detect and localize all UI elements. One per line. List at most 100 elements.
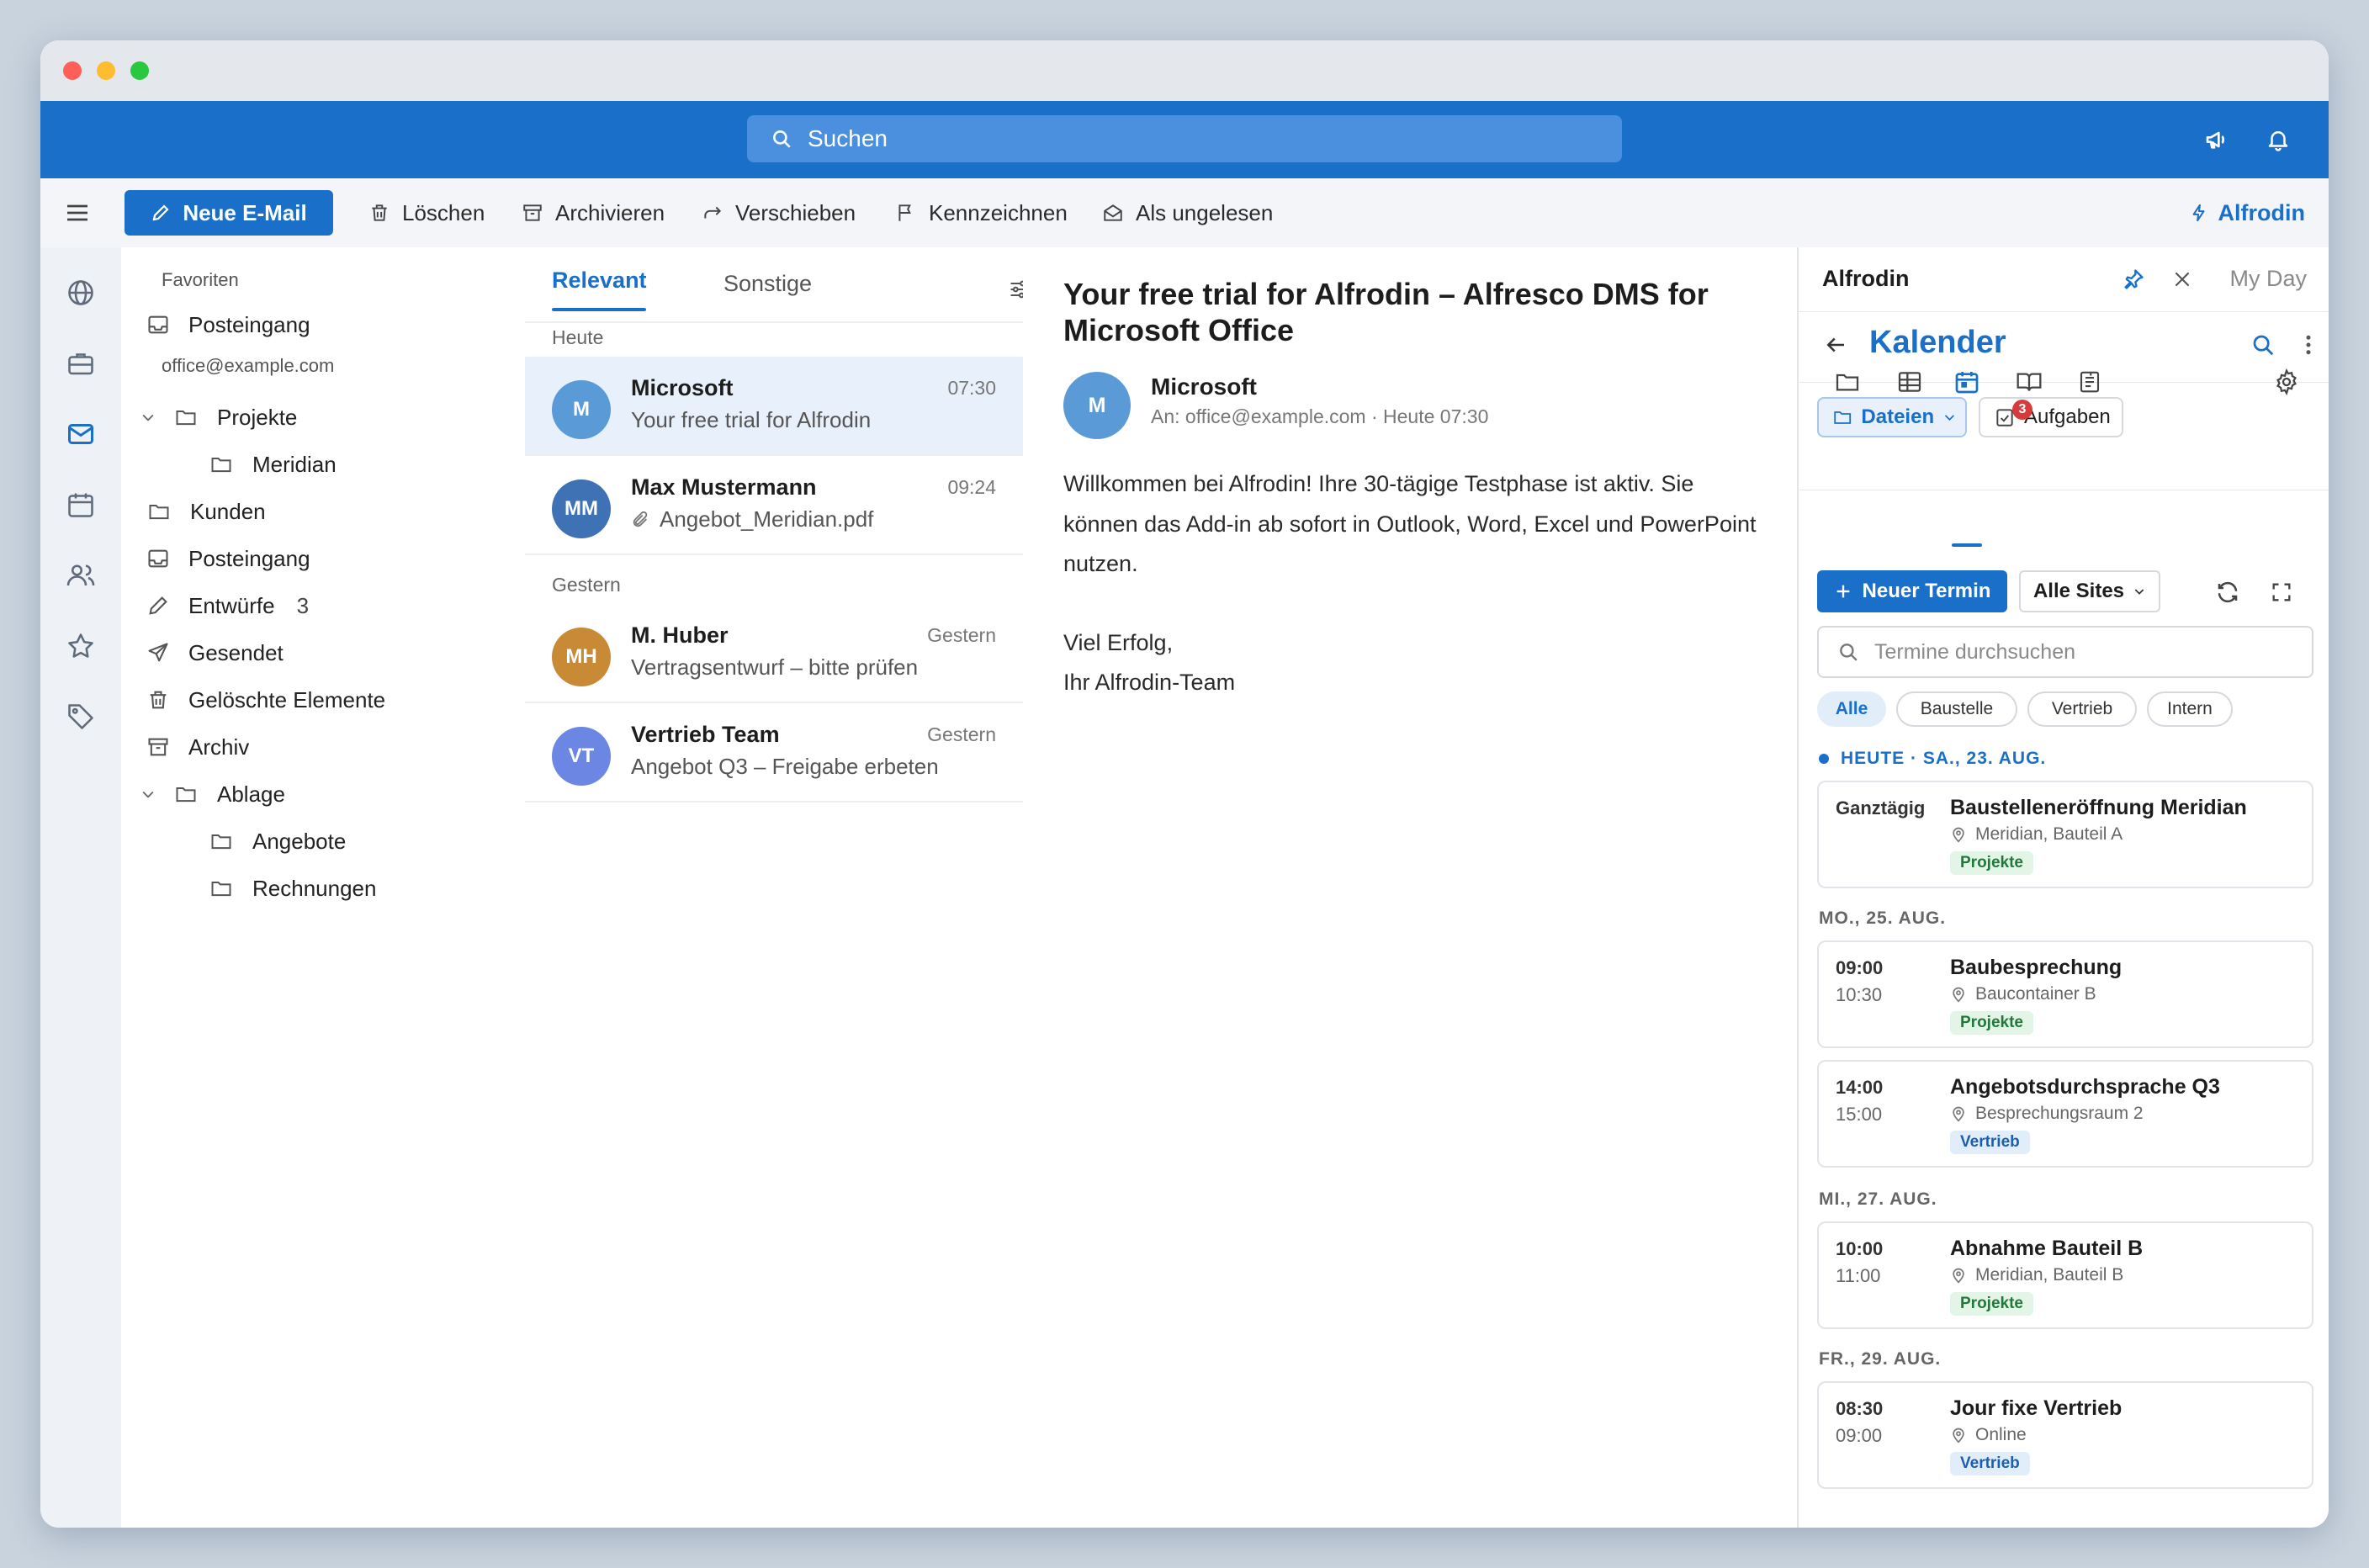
search-placeholder: Suchen — [808, 125, 888, 151]
tab-relevant[interactable]: Relevant — [552, 268, 647, 294]
filter-chip-baustelle[interactable]: Baustelle — [1896, 691, 2017, 727]
folder-archiv[interactable]: Archiv — [146, 723, 249, 771]
search-box[interactable]: Suchen — [747, 115, 1622, 162]
tab-document-icon[interactable] — [2073, 365, 2107, 399]
briefcase-icon[interactable] — [61, 343, 101, 384]
event-time-end: 09:00 — [1836, 1425, 1883, 1446]
megaphone-icon[interactable] — [2199, 121, 2236, 158]
inbox-icon — [148, 315, 168, 334]
files-dropdown-button[interactable]: Dateien — [1817, 397, 1967, 437]
event-time-start: 08:30 — [1836, 1398, 1884, 1419]
search-icon[interactable] — [2246, 328, 2280, 362]
tasks-button[interactable]: 3 Aufgaben — [1979, 397, 2123, 437]
people-icon[interactable] — [61, 555, 101, 596]
event-card[interactable]: Ganztägig Baustelleneröffnung Meridian M… — [1817, 781, 2313, 888]
mail-subject: Angebot_Meridian.pdf — [631, 506, 873, 532]
tab-underline — [552, 308, 646, 311]
message-list: Relevant Sonstige Heute M Microsoft Your… — [525, 247, 1029, 1528]
mail-item[interactable]: MM Max Mustermann Angebot_Meridian.pdf 0… — [525, 456, 1023, 555]
event-time-start: 14:00 — [1836, 1077, 1884, 1098]
mail-item[interactable]: VT Vertrieb Team Angebot Q3 – Freigabe e… — [525, 703, 1023, 803]
event-tag: Projekte — [1950, 851, 2033, 875]
mail-item[interactable]: M Microsoft Your free trial for Alfrodin… — [525, 357, 1023, 456]
folder-angebote[interactable]: Angebote — [209, 818, 346, 865]
draft-count: 3 — [296, 592, 310, 618]
folder-entwuerfe[interactable]: Entwürfe 3 — [146, 582, 309, 629]
group-today-label: Heute — [552, 326, 604, 348]
delete-button[interactable]: Löschen — [368, 178, 485, 247]
mail-item[interactable]: MH M. Huber Vertragsentwurf – bitte prüf… — [525, 604, 1023, 703]
pin-icon[interactable] — [2117, 262, 2150, 296]
tab-book-icon[interactable] — [2012, 365, 2046, 399]
archive-button[interactable]: Archivieren — [522, 178, 665, 247]
mark-unread-label: Als ungelesen — [1136, 199, 1274, 225]
refresh-icon[interactable] — [2211, 575, 2244, 609]
day-header: FR., 29. AUG. — [1819, 1349, 1942, 1369]
more-vertical-icon[interactable] — [2292, 328, 2325, 362]
close-icon[interactable] — [2165, 262, 2199, 296]
trash-icon — [372, 204, 387, 221]
new-event-button[interactable]: Neuer Termin — [1817, 570, 2007, 612]
chevron-down-icon[interactable] — [140, 786, 156, 803]
folder-label: Posteingang — [188, 545, 310, 571]
event-card[interactable]: 14:00 15:00 Angebotsdurchsprache Q3 Besp… — [1817, 1060, 2313, 1168]
folder-ablage[interactable]: Ablage — [140, 771, 285, 818]
event-title: Baubesprechung — [1950, 956, 2123, 979]
event-tag: Vertrieb — [1950, 1452, 2030, 1475]
close-window-dot[interactable] — [63, 61, 82, 80]
flag-button[interactable]: Kennzeichnen — [895, 178, 1068, 247]
folder-rechnungen[interactable]: Rechnungen — [209, 865, 376, 912]
folder-fav-inbox[interactable]: Posteingang — [146, 301, 310, 348]
event-search-input[interactable]: Termine durchsuchen — [1817, 626, 2313, 678]
mail-meta: An: office@example.com · Heute 07:30 — [1151, 405, 1489, 427]
event-time-start: 09:00 — [1836, 957, 1884, 978]
folder-label: Rechnungen — [252, 875, 377, 901]
flag-icon — [898, 204, 911, 221]
folder-gesendet[interactable]: Gesendet — [146, 629, 284, 676]
event-card[interactable]: 10:00 11:00 Abnahme Bauteil B Meridian, … — [1817, 1221, 2313, 1329]
tab-folder-icon[interactable] — [1831, 365, 1864, 399]
filter-chip-vertrieb[interactable]: Vertrieb — [2027, 691, 2137, 727]
alfrodin-addin-button[interactable]: Alfrodin — [2190, 178, 2305, 247]
event-time-start: Ganztägig — [1836, 797, 1926, 818]
my-day-tab[interactable]: My Day — [2229, 266, 2307, 292]
event-card[interactable]: 08:30 09:00 Jour fixe Vertrieb Online Ve… — [1817, 1381, 2313, 1489]
folder-label: Projekte — [217, 404, 298, 430]
location-pin-icon — [1953, 1106, 1964, 1122]
avatar: MM — [552, 479, 611, 538]
minimize-window-dot[interactable] — [97, 61, 115, 80]
mark-unread-button[interactable]: Als ungelesen — [1102, 178, 1273, 247]
folder-kunden[interactable]: Kunden — [146, 488, 266, 535]
bell-icon[interactable] — [2260, 121, 2297, 158]
calendar-icon[interactable] — [61, 485, 101, 525]
filter-chip-alle[interactable]: Alle — [1817, 691, 1886, 727]
tag-icon[interactable] — [61, 697, 101, 737]
folder-meridian[interactable]: Meridian — [209, 441, 337, 488]
hamburger-menu-icon[interactable] — [64, 178, 103, 247]
tab-sonstige[interactable]: Sonstige — [723, 271, 812, 297]
move-button[interactable]: Verschieben — [702, 178, 856, 247]
back-arrow-icon[interactable] — [1819, 328, 1852, 362]
mail-icon[interactable] — [61, 414, 101, 454]
folder-geloescht[interactable]: Gelöschte Elemente — [146, 676, 385, 723]
folder-projekte[interactable]: Projekte — [140, 394, 297, 441]
divider — [1799, 382, 2329, 383]
settings-gear-icon[interactable] — [2270, 365, 2303, 399]
expand-icon[interactable] — [2265, 575, 2298, 609]
folder-icon — [211, 834, 231, 850]
event-card[interactable]: 09:00 10:30 Baubesprechung Baucontainer … — [1817, 940, 2313, 1048]
tab-table-icon[interactable] — [1893, 365, 1926, 399]
star-icon[interactable] — [61, 626, 101, 666]
sites-select[interactable]: Alle Sites — [2019, 570, 2160, 612]
event-time-end: 10:30 — [1836, 984, 1883, 1005]
tab-calendar-icon[interactable] — [1950, 365, 1984, 399]
new-mail-button[interactable]: Neue E-Mail — [125, 190, 333, 236]
folder-label: Angebote — [252, 828, 347, 854]
filter-chip-intern[interactable]: Intern — [2147, 691, 2233, 727]
globe-icon[interactable] — [61, 273, 101, 313]
folder-label: Archiv — [188, 734, 250, 760]
folder-posteingang[interactable]: Posteingang — [146, 535, 310, 582]
app-window: Suchen Neue E-Mail Löschen Archivieren V… — [40, 40, 2329, 1528]
maximize-window-dot[interactable] — [130, 61, 149, 80]
chevron-down-icon[interactable] — [140, 409, 156, 426]
